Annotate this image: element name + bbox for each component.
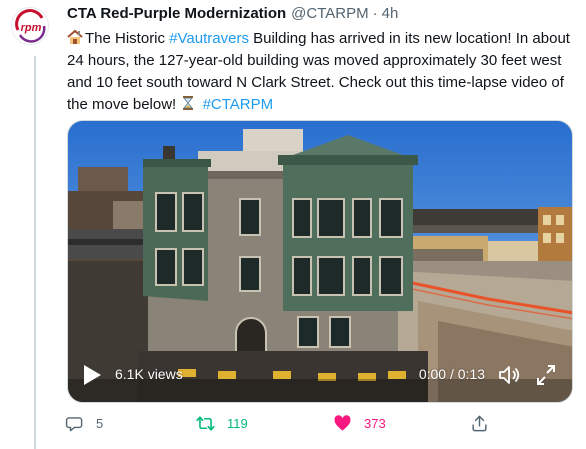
header-separator: · bbox=[372, 5, 378, 22]
retweet-icon bbox=[196, 416, 215, 431]
author-handle[interactable]: @CTARPM bbox=[291, 5, 368, 22]
share-icon bbox=[472, 415, 487, 432]
house-building-icon bbox=[67, 29, 83, 45]
tweet-text-intro: The Historic bbox=[85, 30, 170, 47]
reply-button[interactable]: 5 bbox=[65, 414, 103, 433]
share-button[interactable] bbox=[470, 414, 489, 433]
like-count: 373 bbox=[364, 416, 386, 431]
expand-icon bbox=[537, 365, 555, 385]
reply-count: 5 bbox=[96, 416, 104, 431]
tweet-header: CTA Red-Purple Modernization @CTARPM · 4… bbox=[67, 5, 398, 25]
rpm-logo-icon: rpm bbox=[14, 9, 48, 44]
fullscreen-button[interactable] bbox=[536, 364, 556, 386]
hourglass-icon bbox=[180, 95, 196, 111]
video-player[interactable]: 6.1K views 0:00 / 0:13 bbox=[67, 120, 573, 403]
play-icon bbox=[84, 365, 101, 385]
reply-icon bbox=[65, 417, 83, 432]
tweet-timestamp[interactable]: 4h bbox=[382, 5, 399, 22]
thread-line bbox=[34, 56, 36, 449]
tweet-actions: 5 119 373 bbox=[65, 414, 495, 438]
retweet-button[interactable]: 119 bbox=[196, 414, 248, 433]
video-controls: 6.1K views 0:00 / 0:13 bbox=[68, 350, 572, 402]
speaker-muted-icon bbox=[499, 366, 520, 384]
play-button[interactable] bbox=[82, 364, 102, 386]
retweet-count: 119 bbox=[227, 416, 248, 431]
tweet-text: The Historic #Vautravers Building has ar… bbox=[67, 28, 575, 116]
like-button[interactable]: 373 bbox=[333, 414, 386, 433]
avatar[interactable]: rpm bbox=[11, 7, 49, 45]
author-display-name[interactable]: CTA Red-Purple Modernization bbox=[67, 5, 286, 22]
hashtag-ctarpm-link[interactable]: #CTARPM bbox=[203, 96, 274, 113]
hashtag-vautravers-link[interactable]: #Vautravers bbox=[169, 30, 249, 47]
video-timecode: 0:00 / 0:13 bbox=[418, 366, 485, 382]
view-count: 6.1K views bbox=[115, 366, 183, 382]
svg-text:rpm: rpm bbox=[21, 22, 42, 34]
volume-button[interactable] bbox=[497, 363, 521, 387]
heart-icon bbox=[334, 415, 351, 431]
